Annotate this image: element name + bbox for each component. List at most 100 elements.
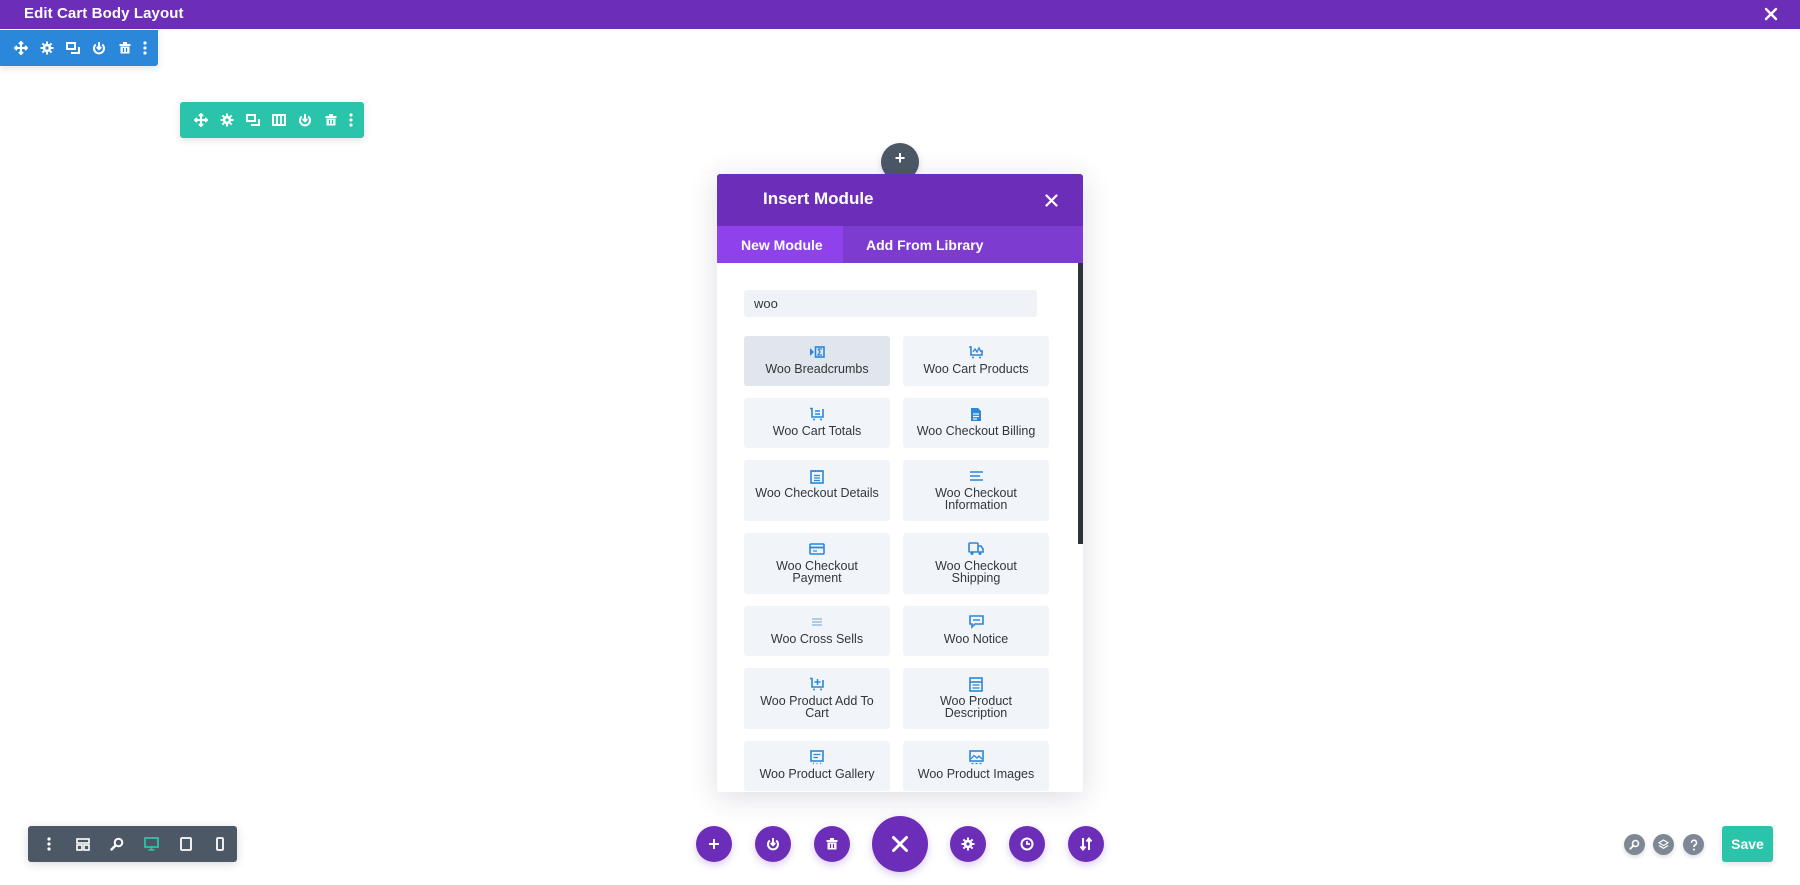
row-columns-button[interactable] [266, 105, 292, 135]
modal-title: Insert Module [763, 189, 874, 208]
wireframe-view-button[interactable] [66, 826, 100, 862]
section-duplicate-button[interactable] [60, 33, 86, 63]
help-icon [1690, 838, 1697, 850]
layers-icon [1658, 839, 1669, 850]
search-icon [1629, 839, 1640, 850]
view-options-button[interactable] [32, 826, 66, 862]
modal-body: Woo Breadcrumbs Woo Cart Products Woo Ca… [717, 263, 1083, 792]
close-icon [1044, 193, 1058, 207]
section-save-button[interactable] [86, 33, 112, 63]
section-move-button[interactable] [8, 33, 34, 63]
tab-add-from-library[interactable]: Add From Library [843, 226, 983, 263]
cart-totals-icon [810, 407, 824, 421]
module-woo-notice[interactable]: Woo Notice [903, 606, 1049, 656]
view-mode-toolbar [28, 826, 237, 862]
modal-tabs: New Module Add From Library [717, 226, 1083, 263]
module-woo-checkout-information[interactable]: Woo Checkout Information [903, 460, 1049, 521]
close-icon [892, 836, 908, 852]
module-woo-cart-products[interactable]: Woo Cart Products [903, 336, 1049, 386]
module-label: Woo Cross Sells [770, 632, 864, 646]
module-label: Woo Checkout Billing [916, 424, 1036, 438]
section-more-button[interactable] [138, 33, 152, 63]
credit-card-icon [809, 543, 825, 555]
desktop-icon [144, 837, 159, 851]
plus-icon: + [894, 148, 906, 168]
move-icon [194, 113, 208, 127]
trash-icon [325, 114, 337, 126]
sort-icon [1079, 837, 1093, 851]
row-settings-button[interactable] [214, 105, 240, 135]
images-icon [968, 749, 984, 764]
module-woo-product-add-to-cart[interactable]: Woo Product Add To Cart [744, 668, 890, 729]
page-settings-button[interactable] [950, 826, 986, 862]
save-to-library-button[interactable] [755, 826, 791, 862]
close-icon [1764, 7, 1778, 21]
module-woo-cart-totals[interactable]: Woo Cart Totals [744, 398, 890, 448]
duplicate-icon [66, 42, 80, 54]
row-delete-button[interactable] [318, 105, 344, 135]
desktop-view-button[interactable] [135, 826, 169, 862]
search-button[interactable] [1624, 834, 1645, 855]
add-button[interactable] [696, 826, 732, 862]
notice-icon [968, 615, 984, 629]
insert-module-modal: Insert Module New Module Add From Librar… [717, 174, 1083, 792]
module-label: Woo Checkout Payment [776, 559, 858, 585]
save-to-library-icon [767, 838, 779, 851]
tab-new-module[interactable]: New Module [717, 226, 843, 263]
row-save-button[interactable] [292, 105, 318, 135]
trash-icon [119, 42, 131, 54]
section-settings-button[interactable] [34, 33, 60, 63]
breadcrumbs-icon [810, 346, 825, 358]
module-woo-breadcrumbs[interactable]: Woo Breadcrumbs [744, 336, 890, 386]
module-label: Woo Breadcrumbs [765, 362, 869, 376]
row-move-button[interactable] [188, 105, 214, 135]
close-builder-button[interactable] [1760, 3, 1782, 25]
more-dots-icon [143, 41, 147, 55]
window-title: Edit Cart Body Layout [24, 5, 184, 22]
gear-icon [220, 113, 234, 127]
module-woo-checkout-payment[interactable]: Woo Checkout Payment [744, 533, 890, 594]
add-icon [709, 839, 719, 849]
list-lines-icon [812, 618, 822, 626]
more-dots-icon [47, 837, 51, 851]
gallery-icon [810, 749, 824, 764]
layers-button[interactable] [1653, 834, 1674, 855]
trash-icon [826, 838, 838, 850]
row-more-button[interactable] [344, 105, 358, 135]
help-button[interactable] [1683, 834, 1704, 855]
module-woo-product-gallery[interactable]: Woo Product Gallery [744, 741, 890, 791]
gear-icon [40, 41, 54, 55]
modal-header: Insert Module [717, 174, 1083, 226]
modal-scrollbar[interactable] [1078, 263, 1083, 544]
module-search-input[interactable] [744, 290, 1037, 317]
title-bar: Edit Cart Body Layout [0, 0, 1800, 29]
description-icon [969, 676, 983, 692]
save-button[interactable]: Save [1722, 826, 1773, 862]
module-woo-checkout-details[interactable]: Woo Checkout Details [744, 460, 890, 521]
clear-layout-button[interactable] [814, 826, 850, 862]
history-button[interactable] [1009, 826, 1045, 862]
phone-view-button[interactable] [203, 826, 237, 862]
module-woo-product-images[interactable]: Woo Product Images [903, 741, 1049, 791]
module-label: Woo Checkout Information [935, 486, 1017, 512]
module-label: Woo Notice [943, 632, 1009, 646]
cart-products-icon [969, 346, 983, 359]
module-label: Woo Product Images [917, 767, 1035, 781]
module-woo-checkout-shipping[interactable]: Woo Checkout Shipping [903, 533, 1049, 594]
tablet-icon [179, 837, 192, 851]
row-duplicate-button[interactable] [240, 105, 266, 135]
section-delete-button[interactable] [112, 33, 138, 63]
text-lines-icon [969, 471, 983, 481]
module-grid: Woo Breadcrumbs Woo Cart Products Woo Ca… [744, 336, 1049, 791]
module-label: Woo Cart Totals [772, 424, 862, 438]
module-label: Woo Checkout Details [755, 486, 879, 500]
tablet-view-button[interactable] [169, 826, 203, 862]
module-woo-product-description[interactable]: Woo Product Description [903, 668, 1049, 729]
modal-close-button[interactable] [1041, 190, 1061, 210]
zoom-view-button[interactable] [100, 826, 134, 862]
phone-icon [216, 837, 224, 851]
portability-button[interactable] [1068, 826, 1104, 862]
module-woo-checkout-billing[interactable]: Woo Checkout Billing [903, 398, 1049, 448]
module-woo-cross-sells[interactable]: Woo Cross Sells [744, 606, 890, 656]
close-modal-fab-button[interactable] [872, 816, 928, 872]
